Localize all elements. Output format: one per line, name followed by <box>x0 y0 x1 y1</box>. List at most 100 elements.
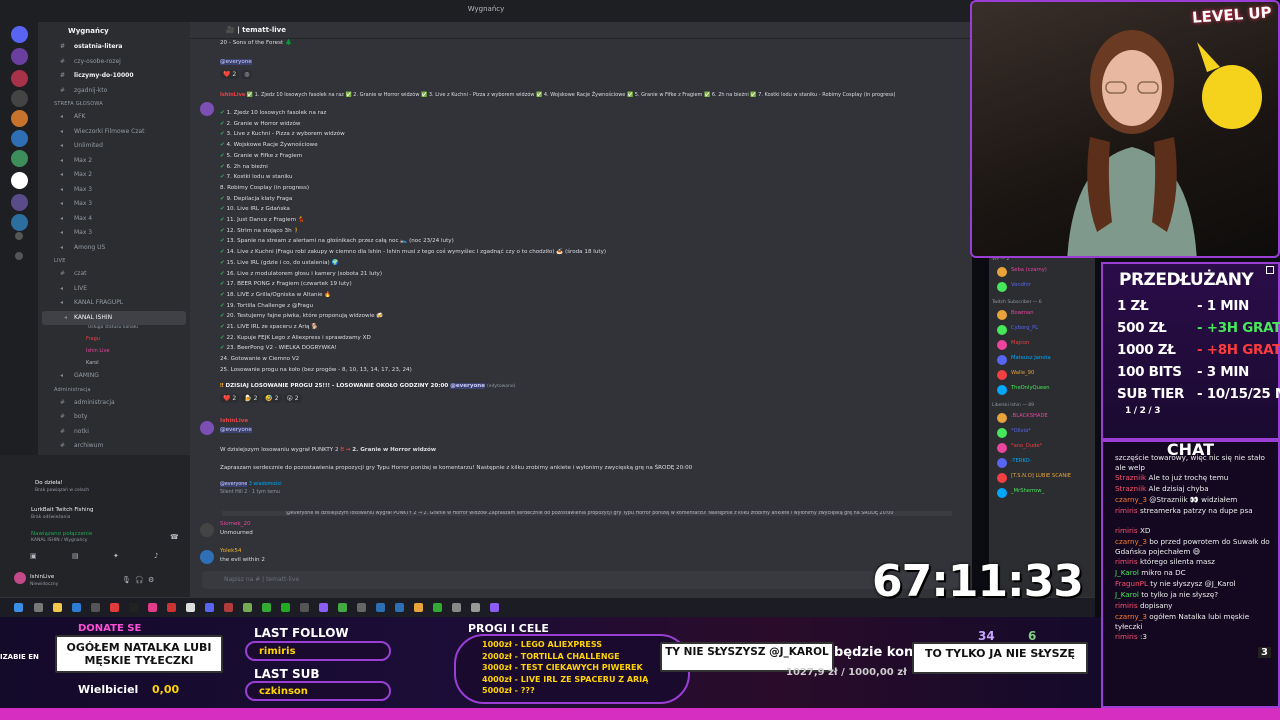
member[interactable]: Cyborg_PL <box>997 325 1038 335</box>
app-icon[interactable] <box>167 603 176 612</box>
mention[interactable]: @everyone <box>220 482 248 487</box>
current-user[interactable]: IshinLive <box>30 574 54 580</box>
channel-czy-osobe[interactable]: # czy-osobe-rozej <box>38 55 190 70</box>
author[interactable]: Yolek54 <box>220 548 241 554</box>
channel-administracja[interactable]: # administracja <box>38 396 190 411</box>
server-icon[interactable] <box>11 110 28 127</box>
reaction[interactable]: ◎ <box>241 70 253 79</box>
app-icon[interactable] <box>376 603 385 612</box>
message-input[interactable]: Napisz na # | tematt-live <box>202 571 962 589</box>
voice-member[interactable]: Karol <box>38 357 190 369</box>
avatar[interactable] <box>200 550 214 564</box>
app-icon[interactable] <box>490 603 499 612</box>
thread-count[interactable]: 3 wiadomości <box>249 482 282 487</box>
explore-icon[interactable] <box>15 252 23 260</box>
server-icon[interactable] <box>11 150 28 167</box>
app-icon[interactable] <box>91 603 100 612</box>
member[interactable]: Walle_90 <box>997 370 1034 380</box>
avatar[interactable] <box>200 523 214 537</box>
screen-share-icon[interactable]: ▤ <box>72 552 79 560</box>
server-icon[interactable] <box>11 194 28 211</box>
app-icon[interactable] <box>357 603 366 612</box>
server-icon[interactable] <box>11 130 28 147</box>
voice-channel[interactable]: ◂ Wieczorki Filmowe Czat <box>38 125 190 140</box>
voice-channel[interactable]: ◂ Among US <box>38 241 190 256</box>
server-icon[interactable] <box>11 90 28 107</box>
app-icon[interactable] <box>395 603 404 612</box>
category-admin[interactable]: Administracja <box>38 384 190 396</box>
chrome-icon[interactable] <box>414 603 423 612</box>
author[interactable]: IshinLive <box>220 418 248 424</box>
app-icon[interactable] <box>129 603 138 612</box>
discord-icon[interactable] <box>205 603 214 612</box>
voice-channel[interactable]: ◂ Max 3 <box>38 197 190 212</box>
voice-channel[interactable]: ◂ Max 4 <box>38 212 190 227</box>
app-icon[interactable] <box>148 603 157 612</box>
discord-home-icon[interactable] <box>11 26 28 43</box>
channel-czat[interactable]: # czat <box>38 267 190 282</box>
channel-kanal-fragupl[interactable]: ◂ KANAL FRAGUPL <box>38 296 190 311</box>
channel-ostatnia-litera[interactable]: # ostatnia-litera <box>38 40 190 55</box>
app-icon[interactable] <box>452 603 461 612</box>
member[interactable]: -TERKO- <box>997 458 1032 468</box>
disconnect-icon[interactable]: ☎ <box>170 533 179 541</box>
server-icon[interactable] <box>11 48 28 65</box>
server-icon[interactable] <box>11 70 28 87</box>
search-icon[interactable] <box>34 603 43 612</box>
member[interactable]: TheOnlyQueen <box>997 385 1050 395</box>
app-icon[interactable] <box>338 603 347 612</box>
app-icon[interactable] <box>262 603 271 612</box>
activity-bot[interactable]: LurkBait Twitch Fishing <box>31 507 94 513</box>
app-icon[interactable] <box>433 603 442 612</box>
voice-member[interactable]: Ishin Live <box>38 345 190 357</box>
member[interactable]: [T.S.N.O] LUBIE SCANIE <box>997 473 1071 483</box>
member[interactable]: Vandhir <box>997 282 1031 292</box>
member[interactable]: *ano_Dude* <box>997 443 1042 453</box>
voice-member[interactable]: Fragu <box>38 333 190 345</box>
start-icon[interactable] <box>14 603 23 612</box>
server-icon[interactable] <box>11 172 28 189</box>
mic-icon[interactable]: 🎙 <box>122 576 131 584</box>
member[interactable]: _MrSherrow_ <box>997 488 1044 498</box>
reaction[interactable]: ❤️ 2 <box>220 70 240 79</box>
member[interactable]: Bowman <box>997 310 1034 320</box>
add-server-icon[interactable] <box>15 232 23 240</box>
channel-gaming[interactable]: ◂ GAMING <box>38 369 190 384</box>
member[interactable]: *Olivia* <box>997 428 1031 438</box>
app-icon[interactable] <box>72 603 81 612</box>
voice-channel[interactable]: ◂ Max 3 <box>38 226 190 241</box>
mention[interactable]: @everyone <box>220 427 252 433</box>
avatar[interactable] <box>200 421 214 435</box>
headphones-icon[interactable]: 🎧 <box>135 576 144 584</box>
app-icon[interactable] <box>281 603 290 612</box>
member[interactable]: .BLACKSHADE <box>997 413 1048 423</box>
app-icon[interactable] <box>300 603 309 612</box>
avatar[interactable] <box>200 102 214 116</box>
mention[interactable]: @everyone <box>450 383 486 389</box>
category-voice[interactable]: STREFA GŁOSOWA <box>38 98 190 110</box>
member[interactable]: Seba (czarny) <box>997 267 1047 277</box>
thread-preview[interactable]: @everyone 3 wiadomości <box>220 482 282 487</box>
app-icon[interactable] <box>110 603 119 612</box>
channel-liczymy[interactable]: # liczymy-do-10000 <box>38 69 190 84</box>
guild-name[interactable]: Wygnańcy <box>38 22 190 40</box>
app-icon[interactable] <box>186 603 195 612</box>
voice-channel[interactable]: ◂ Max 3 <box>38 183 190 198</box>
folder-icon[interactable] <box>53 603 62 612</box>
channel-boty[interactable]: # boty <box>38 410 190 425</box>
video-icon[interactable]: ▣ <box>30 552 37 560</box>
mention[interactable]: @everyone <box>220 59 252 65</box>
member[interactable]: Majcon <box>997 340 1029 350</box>
server-icon[interactable] <box>11 214 28 231</box>
author[interactable]: Siomek_20 <box>220 521 251 527</box>
member[interactable]: Mateusz Janota <box>997 355 1051 365</box>
voice-channel[interactable]: ◂ Max 2 <box>38 154 190 169</box>
voice-channel[interactable]: ◂ Unlimited <box>38 139 190 154</box>
channel-live[interactable]: ◂ LIVE <box>38 282 190 297</box>
app-icon[interactable] <box>471 603 480 612</box>
twitch-icon[interactable] <box>319 603 328 612</box>
reaction[interactable]: ❤️ 2 <box>220 394 240 403</box>
channel-notki[interactable]: # notki <box>38 425 190 440</box>
reaction[interactable]: 🍺 2 <box>241 394 261 403</box>
channel-archiwum[interactable]: # archiwum <box>38 439 190 454</box>
